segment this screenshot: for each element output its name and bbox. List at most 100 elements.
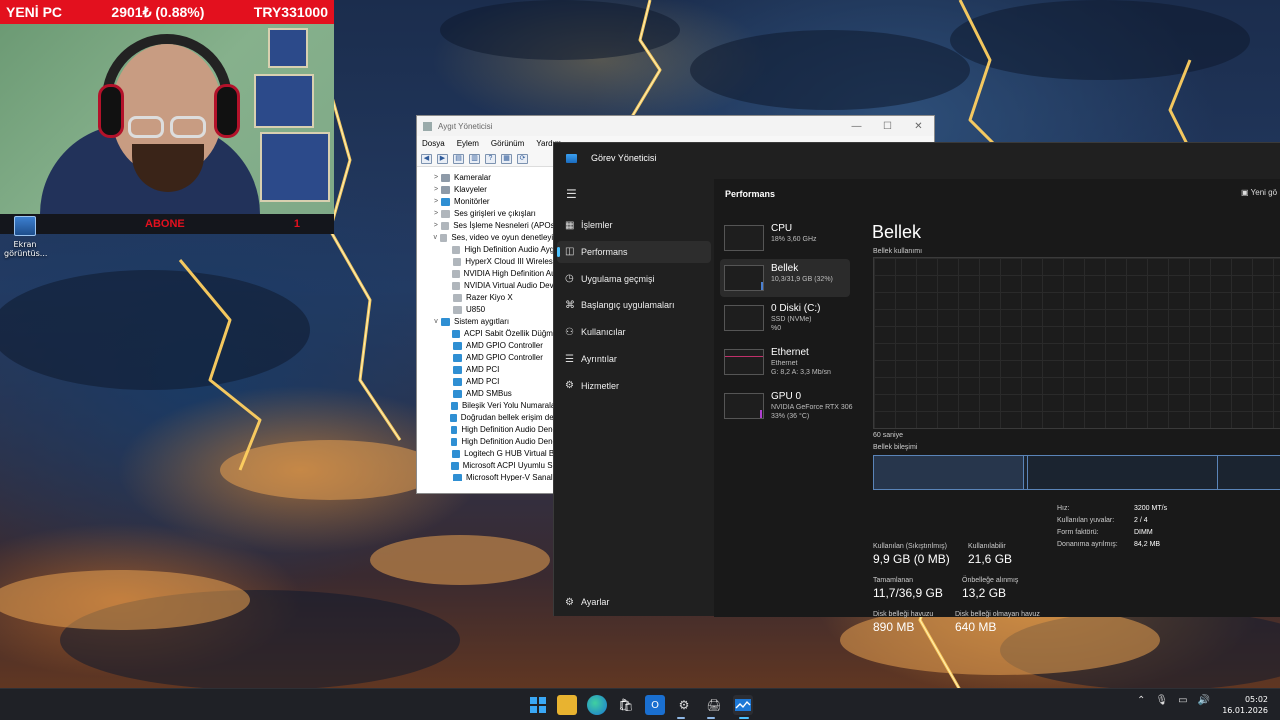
chevron-up-icon[interactable]: ⌃: [1137, 695, 1145, 706]
device-tree-row[interactable]: Microsoft Hyper-V Sanal: [417, 472, 553, 481]
device-manager-titlebar[interactable]: Aygıt Yöneticisi — ☐ ✕: [417, 116, 934, 136]
close-icon[interactable]: ✕: [903, 121, 934, 132]
device-tree-row[interactable]: High Definition Audio Denetleyicisi: [417, 436, 553, 448]
chevron-right-icon[interactable]: >: [431, 220, 441, 232]
task-manager-window[interactable]: Görev Yöneticisi ☰ ▦ İşlemler ◫ Performans ◷…: [553, 142, 1280, 634]
menu-eylem[interactable]: Eylem: [457, 139, 479, 148]
device-tree-row[interactable]: v Sistem aygıtları: [417, 316, 553, 328]
device-category-icon: [451, 282, 460, 290]
settings-app-icon[interactable]: ⚙: [674, 695, 694, 715]
back-icon[interactable]: ◀: [421, 153, 432, 164]
perf-item[interactable]: 0 Diski (C:) SSD (NVMe) %0: [720, 299, 850, 337]
menu-dosya[interactable]: Dosya: [422, 139, 445, 148]
nav-item-details[interactable]: ☰ Ayrıntılar: [557, 348, 711, 370]
chevron-right-icon[interactable]: >: [431, 172, 441, 184]
device-tree-row[interactable]: HyperX Cloud III Wireless: [417, 256, 553, 268]
device-tree-label: High Definition Audio Aygıtı: [464, 245, 553, 254]
menu-gorunum[interactable]: Görünüm: [491, 139, 524, 148]
device-category-icon: [441, 210, 450, 218]
outlook-icon[interactable]: O: [645, 695, 665, 715]
device-tree-row[interactable]: Doğrudan bellek erişim denetleyicisi: [417, 412, 553, 424]
device-tree-row[interactable]: Razer Kiyo X: [417, 292, 553, 304]
device-manager-taskbar-icon[interactable]: 🖨: [704, 695, 724, 715]
graph-time-label: 60 saniye: [873, 432, 903, 439]
edge-browser-icon[interactable]: [587, 695, 607, 715]
nav-item-label: Hizmetler: [581, 380, 620, 391]
memory-stat-label: Disk belleği olmayan havuz: [955, 611, 1040, 618]
device-tree-row[interactable]: > Klavyeler: [417, 184, 553, 196]
device-tree-row[interactable]: NVIDIA Virtual Audio Device: [417, 280, 553, 292]
forward-icon[interactable]: ▶: [437, 153, 448, 164]
chevron-right-icon[interactable]: >: [431, 184, 441, 196]
device-tree-label: Ses girişleri ve çıkışları: [454, 209, 536, 218]
taskbar-clock[interactable]: 05:02 16.01.2026: [1222, 694, 1268, 716]
scan-hardware-icon[interactable]: ⟳: [517, 153, 528, 164]
device-tree-label: Microsoft Hyper-V Sanal: [466, 473, 553, 481]
microphone-icon[interactable]: 🎙: [1155, 695, 1168, 706]
device-tree-row[interactable]: AMD GPIO Controller: [417, 340, 553, 352]
network-icon[interactable]: ▭: [1178, 695, 1187, 706]
perf-item[interactable]: CPU 18% 3,60 GHz: [720, 219, 850, 257]
chevron-down-icon[interactable]: v: [431, 316, 441, 328]
help-icon[interactable]: ?: [485, 153, 496, 164]
memory-spec-row: Hız: 3200 MT/s: [1057, 505, 1167, 517]
nav-item-processes[interactable]: ▦ İşlemler: [557, 214, 711, 236]
nav-item-services[interactable]: ⚙ Hizmetler: [557, 375, 711, 397]
nav-settings[interactable]: ⚙ Ayarlar: [557, 591, 711, 613]
running-indicator: [707, 717, 715, 719]
file-explorer-icon[interactable]: [557, 695, 577, 715]
nav-item-performance[interactable]: ◫ Performans: [557, 240, 711, 263]
hamburger-menu-icon[interactable]: ☰: [566, 187, 577, 201]
device-tree-row[interactable]: AMD SMBus: [417, 388, 553, 400]
minimize-icon[interactable]: —: [841, 121, 872, 132]
device-tree-row[interactable]: High Definition Audio Aygıtı: [417, 244, 553, 256]
device-tree-row[interactable]: > Ses İşleme Nesneleri (APOs): [417, 220, 553, 232]
maximize-icon[interactable]: ☐: [872, 121, 903, 132]
device-tree-row[interactable]: High Definition Audio Denetleyicisi: [417, 424, 553, 436]
device-tree-row[interactable]: v Ses, video ve oyun denetleyicileri: [417, 232, 553, 244]
task-manager-title: Görev Yöneticisi: [591, 153, 657, 163]
volume-icon[interactable]: 🔊: [1198, 695, 1210, 706]
device-tree-row[interactable]: NVIDIA High Definition Audio: [417, 268, 553, 280]
device-tree-row[interactable]: ACPI Sabit Özellik Düğmesi: [417, 328, 553, 340]
properties-icon[interactable]: ▥: [469, 153, 480, 164]
microsoft-store-icon[interactable]: 🛍: [616, 695, 636, 715]
start-button-windows-icon[interactable]: [528, 695, 548, 715]
device-category-icon: [453, 474, 462, 481]
task-manager-titlebar[interactable]: Görev Yöneticisi: [566, 153, 656, 163]
device-tree-row[interactable]: > Monitörler: [417, 196, 553, 208]
device-tree-label: AMD PCI: [466, 377, 500, 386]
device-tree-label: High Definition Audio Denetleyicisi: [461, 425, 553, 434]
device-tree-row[interactable]: AMD PCI: [417, 364, 553, 376]
memory-stat-label: Kullanılabilir: [968, 543, 1006, 550]
device-tree-row[interactable]: AMD GPIO Controller: [417, 352, 553, 364]
device-tree-row[interactable]: AMD PCI: [417, 376, 553, 388]
device-tree-row[interactable]: Microsoft ACPI Uyumlu Sistem: [417, 460, 553, 472]
perf-item[interactable]: Bellek 10,3/31,9 GB (32%): [720, 259, 850, 297]
task-manager-taskbar-icon[interactable]: [733, 695, 753, 715]
device-tree-row[interactable]: > Ses girişleri ve çıkışları: [417, 208, 553, 220]
device-tree-row[interactable]: Logitech G HUB Virtual Bus: [417, 448, 553, 460]
device-tree-row[interactable]: U850: [417, 304, 553, 316]
view-icon[interactable]: ▤: [453, 153, 464, 164]
desktop-shortcut-screenshot[interactable]: Ekran görüntüs...: [4, 216, 47, 258]
nav-settings-label: Ayarlar: [581, 597, 610, 607]
memory-stat-label: Tamamlanan: [873, 577, 914, 584]
chevron-right-icon[interactable]: >: [431, 208, 441, 220]
nav-item-history[interactable]: ◷ Uygulama geçmişi: [557, 268, 711, 290]
device-category-icon: [453, 390, 462, 398]
device-tree-label: NVIDIA Virtual Audio Device: [463, 281, 553, 290]
clock-date: 16.01.2026: [1222, 706, 1268, 715]
nav-item-users[interactable]: ⚇ Kullanıcılar: [557, 321, 711, 343]
device-tree-row[interactable]: Bileşik Veri Yolu Numaralandırıcı: [417, 400, 553, 412]
perf-item-name: GPU 0: [771, 391, 802, 402]
chevron-down-icon[interactable]: v: [431, 232, 440, 244]
memory-stat-value: 21,6 GB: [968, 552, 1013, 566]
nav-item-startup[interactable]: ⌘ Başlangıç uygulamaları: [557, 294, 711, 316]
chevron-right-icon[interactable]: >: [431, 196, 441, 208]
perf-thumbnail-graph: [724, 305, 764, 331]
list-icon[interactable]: ▦: [501, 153, 512, 164]
perf-item[interactable]: GPU 0 NVIDIA GeForce RTX 306 33% (36 °C): [720, 387, 853, 425]
device-tree-row[interactable]: > Kameralar: [417, 172, 553, 184]
perf-item[interactable]: Ethernet Ethernet G: 8,2 A: 3,3 Mb/sn: [720, 343, 850, 381]
